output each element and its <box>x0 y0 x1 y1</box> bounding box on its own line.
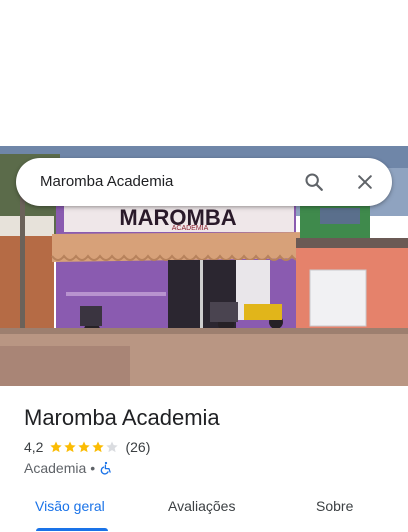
rating-value: 4,2 <box>24 439 44 455</box>
close-icon <box>358 175 372 189</box>
wheelchair-icon <box>100 461 111 475</box>
rating-stars <box>49 440 119 454</box>
search-input[interactable]: Maromba Academia <box>40 173 173 190</box>
category-row: Academia • <box>24 459 113 477</box>
tab-reviews[interactable]: Avaliações <box>168 498 235 514</box>
close-button[interactable] <box>349 166 381 198</box>
tab-about[interactable]: Sobre <box>316 498 353 514</box>
search-icon <box>305 173 323 191</box>
rating-row[interactable]: 4,2 (26) <box>24 438 150 456</box>
active-tab-indicator <box>36 528 108 531</box>
star-filled-icon <box>92 441 105 453</box>
star-filled-icon <box>64 441 77 453</box>
place-category: Academia <box>24 460 87 476</box>
search-bar[interactable]: Maromba Academia <box>16 158 392 206</box>
tab-overview[interactable]: Visão geral <box>35 498 105 514</box>
place-tabs: Visão geral Avaliações Sobre <box>0 494 408 532</box>
sign-subtext: ACADEMIA <box>172 225 209 232</box>
search-button[interactable] <box>298 166 330 198</box>
separator-dot: • <box>90 460 96 476</box>
place-info-panel: Maromba Academia 4,2 (26) Academia • Vis… <box>0 386 408 532</box>
review-count[interactable]: (26) <box>125 439 150 455</box>
star-filled-icon <box>78 441 91 453</box>
star-filled-icon <box>50 441 63 453</box>
star-empty-icon <box>106 441 119 453</box>
place-title: Maromba Academia <box>24 405 220 430</box>
